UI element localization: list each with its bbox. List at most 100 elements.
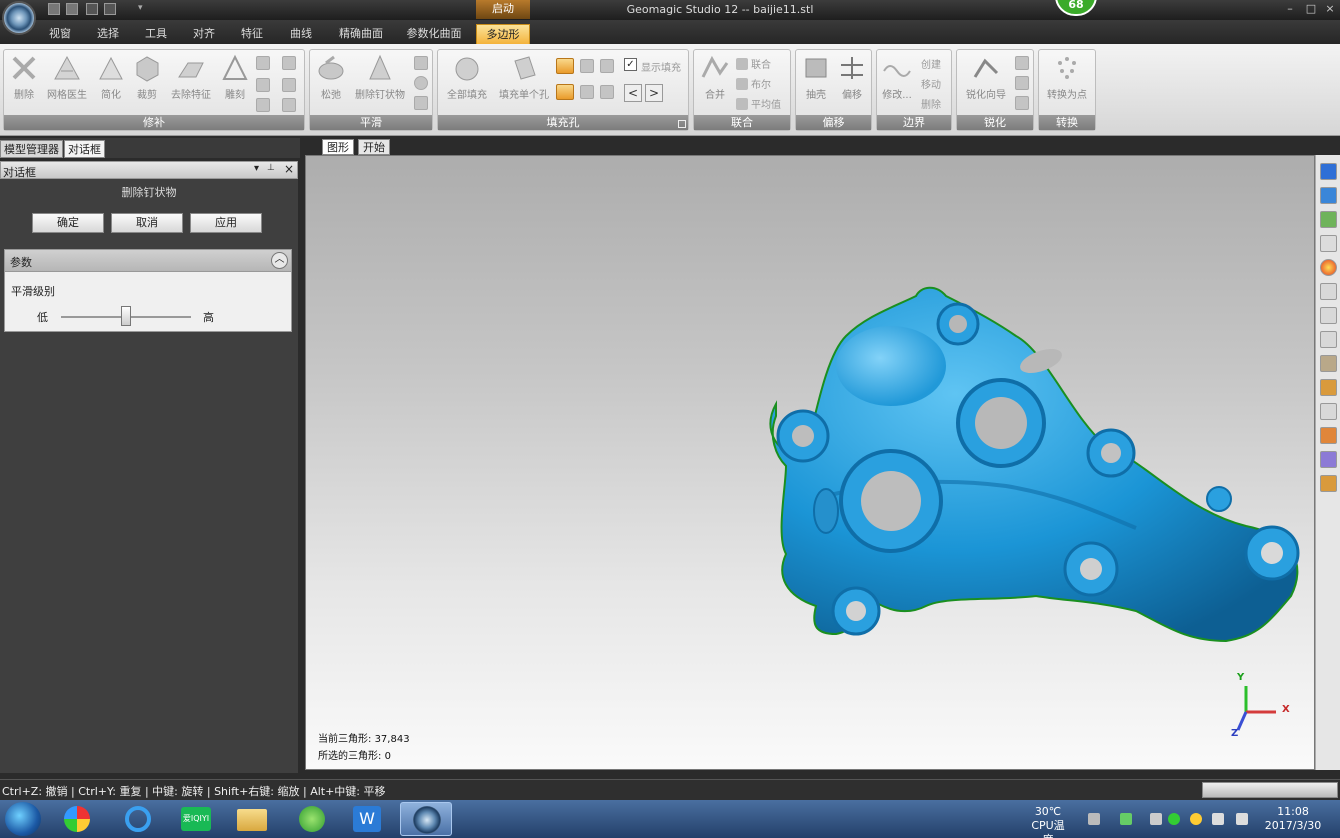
repair-tool-3-icon[interactable] (256, 78, 270, 92)
remove-spikes-button[interactable]: 删除钉状物 (352, 53, 408, 101)
apply-button[interactable]: 应用 (190, 213, 262, 233)
taskbar-iqiyi[interactable]: 爱IQIYI (170, 802, 222, 836)
taskbar-ie-browser[interactable] (112, 802, 164, 836)
taskbar-geomagic[interactable] (400, 802, 452, 836)
delete-button[interactable]: 删除 (8, 53, 40, 101)
save-icon[interactable] (48, 3, 60, 15)
smooth-tool-3-icon[interactable] (414, 96, 428, 110)
filter-icon[interactable] (1320, 427, 1337, 444)
trim-button[interactable]: 裁剪 (130, 53, 164, 101)
remove-features-button[interactable]: 去除特征 (168, 53, 214, 101)
tab-exact-surfaces[interactable]: 精确曲面 (333, 24, 389, 44)
boolean-button[interactable]: 布尔 (736, 76, 771, 91)
custom-select-icon[interactable] (1320, 379, 1337, 396)
repair-tool-6-icon[interactable] (282, 98, 296, 112)
sharpen-wizard-button[interactable]: 锐化向导 (961, 53, 1011, 101)
convert-to-points-button[interactable]: 转换为点 (1042, 53, 1092, 101)
network-icon[interactable] (1236, 813, 1248, 825)
tray-arrow-icon[interactable] (1150, 813, 1162, 825)
mesh-model[interactable] (306, 156, 1315, 770)
tab-view[interactable]: 视窗 (40, 24, 80, 44)
battery-icon[interactable] (1120, 813, 1132, 825)
line-select-icon[interactable] (1320, 331, 1337, 348)
slider-thumb[interactable] (121, 306, 131, 326)
antivirus-icon[interactable] (1190, 813, 1202, 825)
tab-graphics[interactable]: 图形 (322, 139, 354, 155)
tab-select[interactable]: 选择 (90, 24, 126, 44)
simplify-button[interactable]: 简化 (94, 53, 128, 101)
taskbar-wps-writer[interactable]: W (342, 802, 394, 836)
merge-button[interactable]: 合并 (698, 53, 732, 101)
tab-model-manager[interactable]: 模型管理器 (0, 140, 63, 158)
create-boundary-button[interactable]: 创建 (921, 56, 941, 71)
repair-tool-2-icon[interactable] (282, 56, 296, 70)
combine-button[interactable]: 联合 (736, 56, 771, 71)
paint-select-icon[interactable] (1320, 355, 1337, 372)
security-shield-icon[interactable] (1168, 813, 1180, 825)
parameters-header[interactable]: 参数 ︿ (5, 250, 291, 272)
panel-dropdown-icon[interactable]: ▾ (254, 163, 259, 174)
offset-button[interactable]: 偏移 (836, 53, 868, 101)
tab-curves[interactable]: 曲线 (283, 24, 319, 44)
3d-viewport[interactable]: Y X Z 当前三角形: 37,843 所选的三角形: 0 (305, 155, 1315, 770)
delete-boundary-button[interactable]: 删除 (921, 96, 941, 111)
relax-button[interactable]: 松弛 (314, 53, 348, 101)
tab-parametric-surfaces[interactable]: 参数化曲面 (400, 24, 468, 44)
close-button[interactable]: × (1320, 2, 1340, 16)
clock[interactable]: 11:08 2017/3/30 (1258, 805, 1328, 833)
view-image-icon[interactable] (1320, 211, 1337, 228)
zoom-icon[interactable] (1320, 235, 1337, 252)
fill-curvature-icon[interactable] (556, 58, 574, 74)
smooth-tool-1-icon[interactable] (414, 56, 428, 70)
sculpt-button[interactable]: 雕刻 (218, 53, 252, 101)
sharpen-tool-1-icon[interactable] (1015, 56, 1029, 70)
shell-button[interactable]: 抽壳 (800, 53, 832, 101)
fill-all-button[interactable]: 全部填充 (444, 53, 490, 101)
fill-bridge-icon[interactable] (600, 85, 614, 99)
view-cube-icon[interactable] (1320, 163, 1337, 180)
fill-complete-icon[interactable] (556, 84, 574, 100)
minimize-button[interactable]: – (1280, 2, 1300, 16)
fill-edge-icon[interactable] (580, 85, 594, 99)
fill-flat-icon[interactable] (600, 59, 614, 73)
taskbar-360-browser[interactable] (286, 802, 338, 836)
repair-tool-1-icon[interactable] (256, 56, 270, 70)
qat-dropdown-icon[interactable]: ▾ (138, 3, 143, 13)
settings-icon[interactable] (1320, 475, 1337, 492)
undo-icon[interactable] (86, 3, 98, 15)
app-logo-icon[interactable] (2, 1, 36, 35)
ok-button[interactable]: 确定 (32, 213, 104, 233)
tab-polygons[interactable]: 多边形 (476, 24, 530, 44)
rect-select-icon[interactable] (1320, 283, 1337, 300)
maximize-button[interactable]: □ (1301, 2, 1321, 16)
tab-tools[interactable]: 工具 (138, 24, 174, 44)
repair-tool-5-icon[interactable] (256, 98, 270, 112)
keyboard-icon[interactable] (1088, 813, 1100, 825)
cpu-temperature[interactable]: 30℃ CPU温度 (1026, 805, 1070, 838)
show-fill-checkbox[interactable]: ✓ (624, 58, 637, 71)
tab-start[interactable]: 开始 (358, 139, 390, 155)
context-tab-startup[interactable]: 启动 (476, 0, 530, 19)
sharpen-tool-2-icon[interactable] (1015, 76, 1029, 90)
repair-tool-4-icon[interactable] (282, 78, 296, 92)
mesh-doctor-button[interactable]: 网格医生 (44, 53, 90, 101)
fill-tangent-icon[interactable] (580, 59, 594, 73)
tab-align[interactable]: 对齐 (186, 24, 222, 44)
save-all-icon[interactable] (66, 3, 78, 15)
average-button[interactable]: 平均值 (736, 96, 781, 111)
lasso-select-icon[interactable] (1320, 307, 1337, 324)
polyline-select-icon[interactable] (1320, 403, 1337, 420)
next-hole-button[interactable]: > (645, 84, 663, 102)
modify-boundary-button[interactable]: 修改... (880, 53, 914, 101)
previous-hole-button[interactable]: < (624, 84, 642, 102)
color-icon[interactable] (1320, 259, 1337, 276)
taskbar-color-app[interactable] (52, 802, 104, 836)
fill-single-button[interactable]: 填充单个孔 (496, 53, 552, 101)
move-boundary-button[interactable]: 移动 (921, 76, 941, 91)
tab-features[interactable]: 特征 (234, 24, 270, 44)
taskbar-file-explorer[interactable] (226, 802, 278, 836)
smooth-tool-2-icon[interactable] (414, 76, 428, 90)
layer-icon[interactable] (1320, 451, 1337, 468)
start-button[interactable] (5, 802, 41, 836)
pin-icon[interactable]: ⊥ (267, 163, 275, 173)
